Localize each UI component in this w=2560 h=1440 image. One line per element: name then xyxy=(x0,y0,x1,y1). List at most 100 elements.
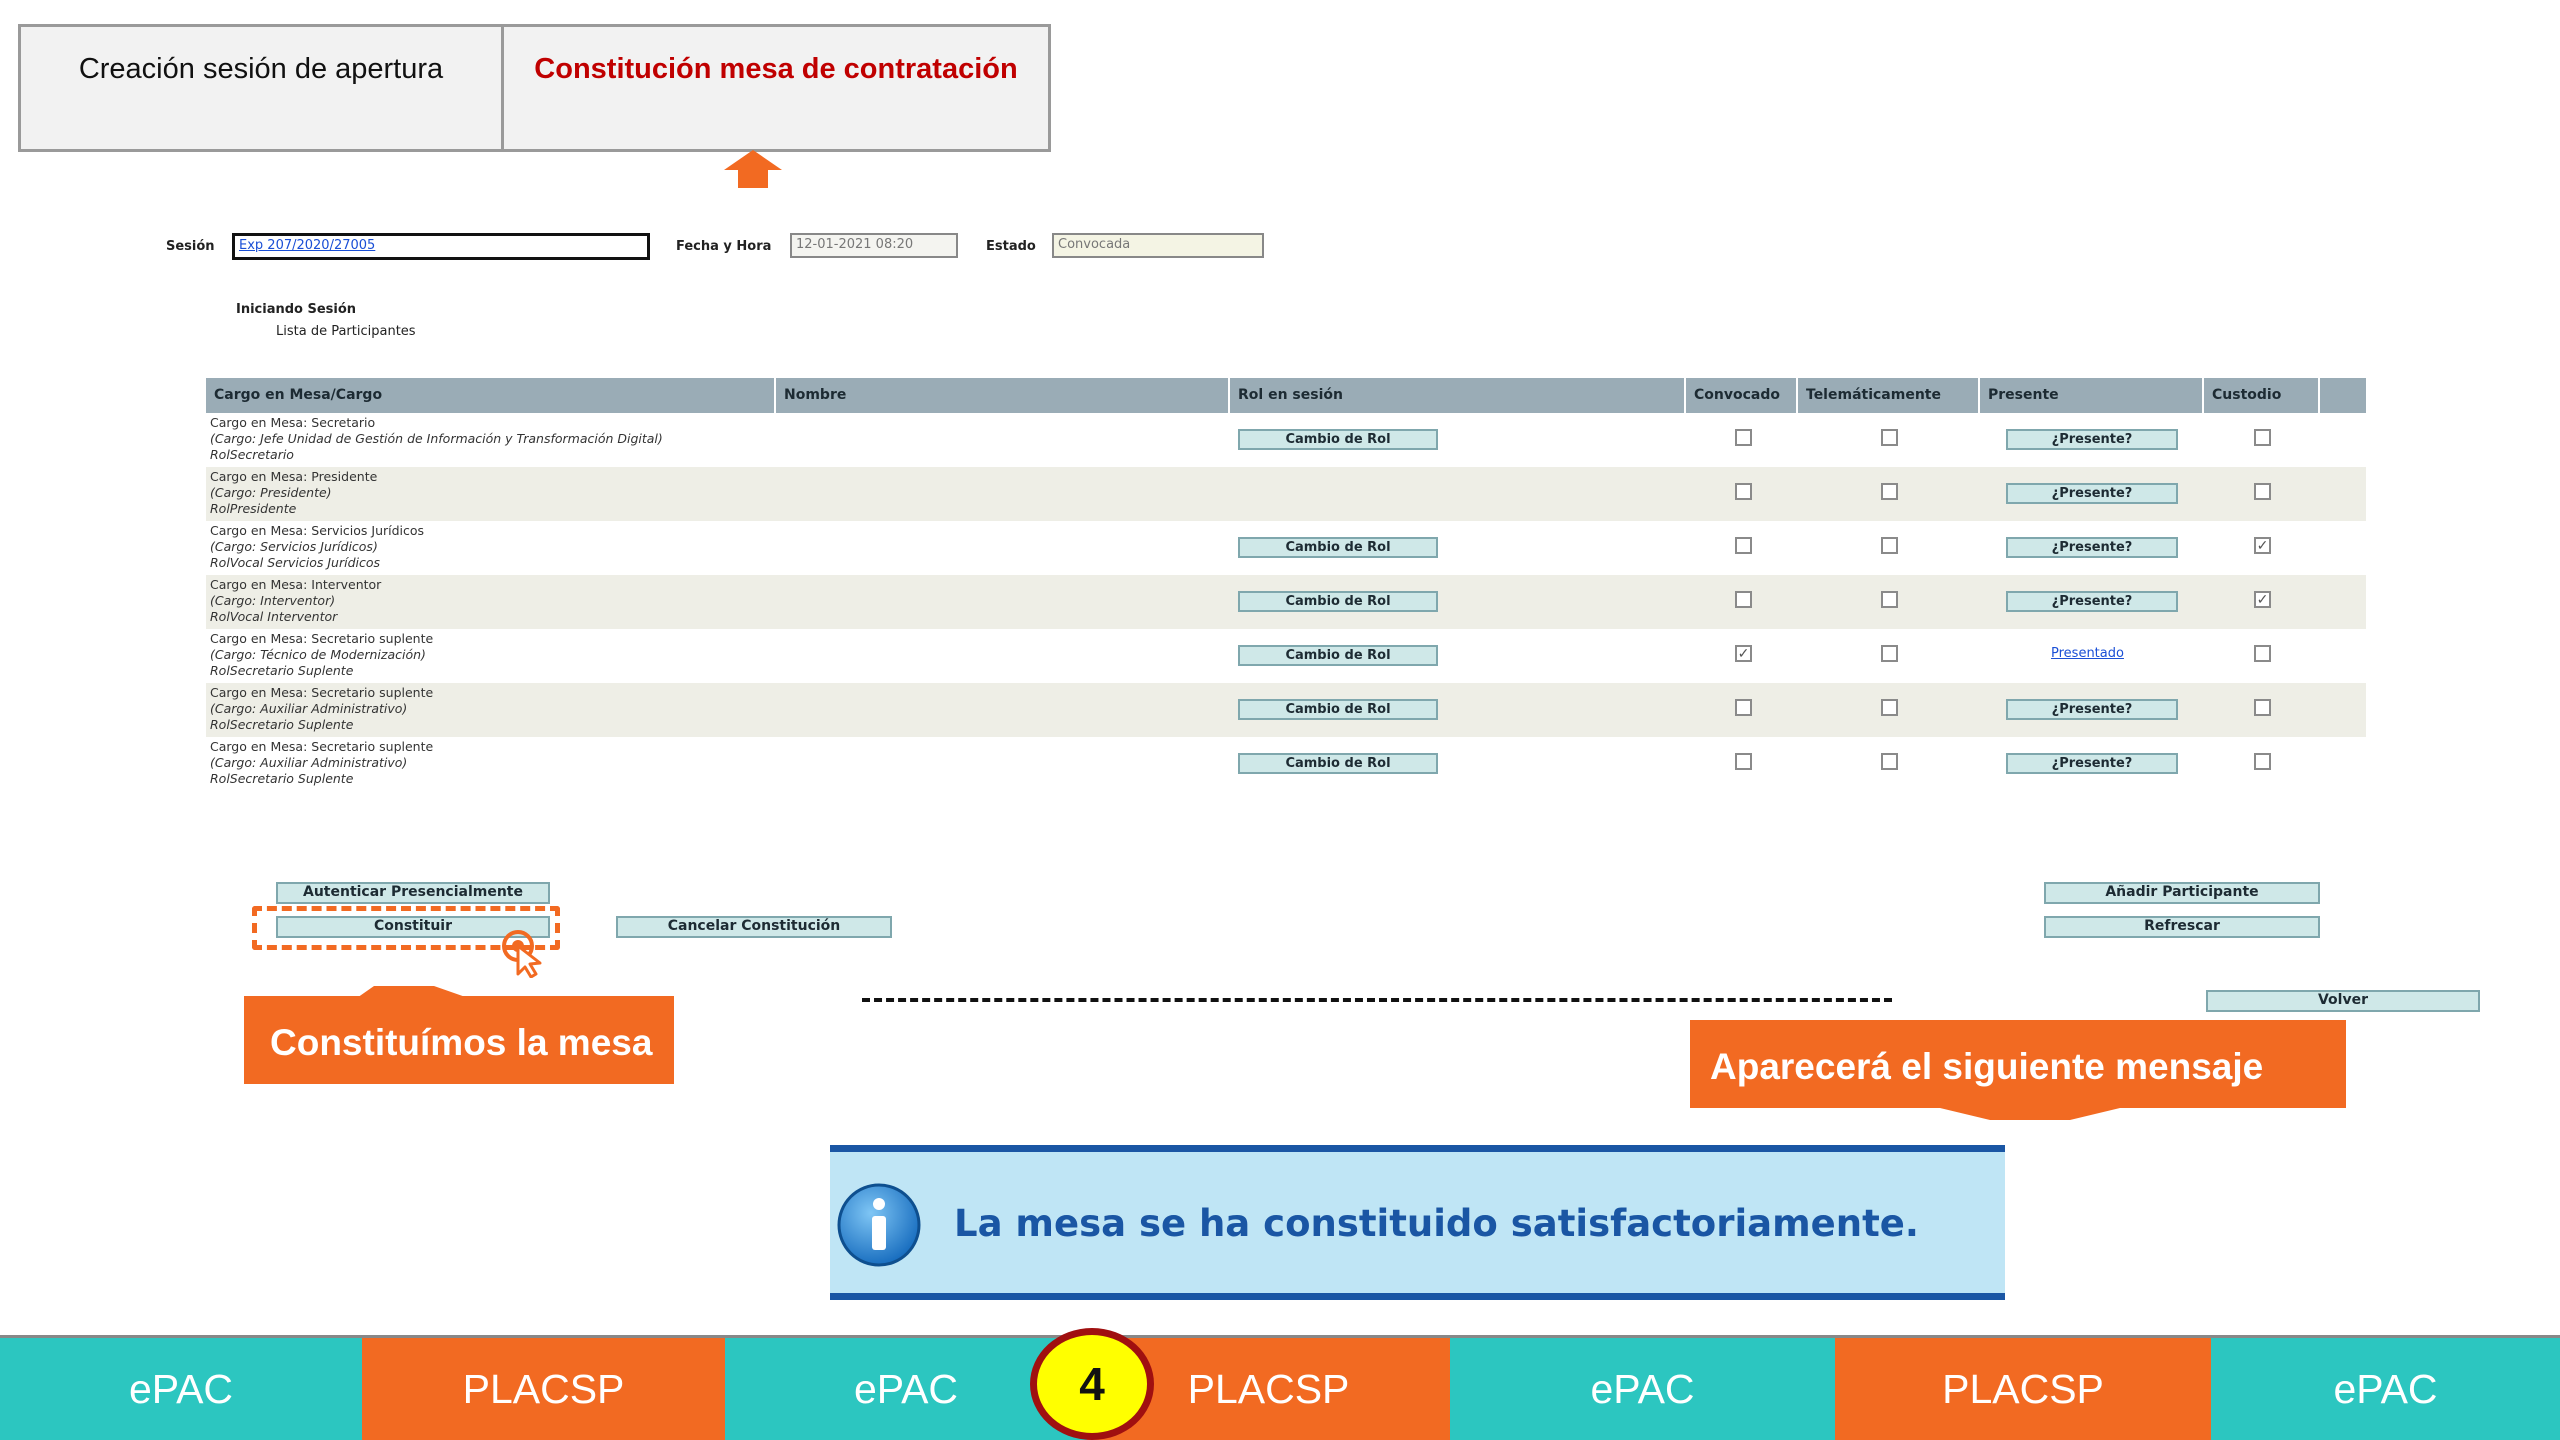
cambio-rol-button[interactable]: Cambio de Rol xyxy=(1238,537,1438,558)
status-field: Convocada xyxy=(1052,233,1264,258)
cambio-rol-button[interactable]: Cambio de Rol xyxy=(1238,591,1438,612)
cargo-rol: RolSecretario Suplente xyxy=(210,717,354,732)
cambio-rol-button[interactable]: Cambio de Rol xyxy=(1238,429,1438,450)
table-body: Cargo en Mesa: Secretario (Cargo: Jefe Un… xyxy=(206,413,2366,791)
anadir-participante-button[interactable]: Añadir Participante xyxy=(2044,882,2320,904)
cell-telematicamente xyxy=(1798,629,1980,683)
presente-button[interactable]: ¿Presente? xyxy=(2006,753,2178,774)
telematicamente-checkbox[interactable] xyxy=(1881,753,1898,770)
cargo-rol: RolVocal Servicios Jurídicos xyxy=(210,555,381,570)
convocado-checkbox[interactable] xyxy=(1735,591,1752,608)
cell-presente: Presentado xyxy=(1980,629,2204,683)
band-label: ePAC xyxy=(853,1365,959,1412)
arrow-up-icon xyxy=(724,150,782,188)
volver-button[interactable]: Volver xyxy=(2206,990,2480,1012)
session-link[interactable]: Exp 207/2020/27005 xyxy=(239,238,375,253)
autenticar-button[interactable]: Autenticar Presencialmente xyxy=(276,882,550,904)
band-segment-placsp: PLACSP xyxy=(362,1335,725,1440)
presentado-link[interactable]: Presentado xyxy=(2051,646,2124,661)
cargo-rol: RolSecretario Suplente xyxy=(210,663,354,678)
cargo-mesa: Cargo en Mesa: Interventor xyxy=(210,577,382,592)
cell-cargo: Cargo en Mesa: Secretario (Cargo: Jefe Un… xyxy=(206,413,776,467)
presente-button[interactable]: ¿Presente? xyxy=(2006,483,2178,504)
cell-cargo: Cargo en Mesa: Interventor (Cargo: Interv… xyxy=(206,575,776,629)
telematicamente-checkbox[interactable] xyxy=(1881,483,1898,500)
session-field[interactable]: Exp 207/2020/27005 xyxy=(232,233,650,260)
date-field: 12-01-2021 08:20 xyxy=(790,233,958,258)
refrescar-button[interactable]: Refrescar xyxy=(2044,916,2320,938)
cell-rol xyxy=(1230,467,1686,521)
cell-rol: Cambio de Rol xyxy=(1230,629,1686,683)
table-row: Cargo en Mesa: Servicios Jurídicos (Cargo… xyxy=(206,521,2366,575)
custodio-checkbox[interactable] xyxy=(2254,483,2271,500)
cargo-cargo: (Cargo: Interventor) xyxy=(210,593,336,608)
cell-rol: Cambio de Rol xyxy=(1230,521,1686,575)
cell-extra xyxy=(2320,467,2366,521)
presente-button[interactable]: ¿Presente? xyxy=(2006,537,2178,558)
dashed-connector xyxy=(862,998,1892,1002)
cell-cargo: Cargo en Mesa: Secretario suplente (Cargo… xyxy=(206,629,776,683)
custodio-checkbox[interactable] xyxy=(2254,753,2271,770)
cambio-rol-button[interactable]: Cambio de Rol xyxy=(1238,699,1438,720)
cambio-rol-button[interactable]: Cambio de Rol xyxy=(1238,753,1438,774)
telematicamente-checkbox[interactable] xyxy=(1881,429,1898,446)
cancelar-constitucion-button[interactable]: Cancelar Constitución xyxy=(616,916,892,938)
tab-constitucion-mesa[interactable]: Constitución mesa de contratación xyxy=(501,24,1051,152)
convocado-checkbox[interactable] xyxy=(1735,483,1752,500)
cell-custodio xyxy=(2204,467,2320,521)
custodio-checkbox[interactable]: ✓ xyxy=(2254,591,2271,608)
cell-nombre xyxy=(776,737,1230,791)
cell-presente: ¿Presente? xyxy=(1980,737,2204,791)
header-rol: Rol en sesión xyxy=(1230,378,1686,413)
convocado-checkbox[interactable] xyxy=(1735,429,1752,446)
cell-extra xyxy=(2320,413,2366,467)
cargo-mesa: Cargo en Mesa: Secretario xyxy=(210,415,376,430)
convocado-checkbox[interactable] xyxy=(1735,753,1752,770)
custodio-checkbox[interactable] xyxy=(2254,645,2271,662)
presente-button[interactable]: ¿Presente? xyxy=(2006,699,2178,720)
cell-rol: Cambio de Rol xyxy=(1230,683,1686,737)
header-telematicamente: Telemáticamente xyxy=(1798,378,1980,413)
telematicamente-checkbox[interactable] xyxy=(1881,699,1898,716)
cell-rol: Cambio de Rol xyxy=(1230,575,1686,629)
custodio-checkbox[interactable] xyxy=(2254,429,2271,446)
success-message: La mesa se ha constituido satisfactoriam… xyxy=(830,1145,2005,1300)
presente-button[interactable]: ¿Presente? xyxy=(2006,429,2178,450)
telematicamente-checkbox[interactable] xyxy=(1881,591,1898,608)
step-badge: 4 xyxy=(1030,1328,1154,1440)
cambio-rol-button[interactable]: Cambio de Rol xyxy=(1238,645,1438,666)
band-label: ePAC xyxy=(128,1365,234,1412)
cargo-rol: RolSecretario xyxy=(210,447,294,462)
table-row: Cargo en Mesa: Secretario suplente (Cargo… xyxy=(206,737,2366,791)
cell-nombre xyxy=(776,683,1230,737)
cargo-cargo: (Cargo: Jefe Unidad de Gestión de Inform… xyxy=(210,431,663,446)
tab-creacion-sesion[interactable]: Creación sesión de apertura xyxy=(18,24,504,152)
band-segment-placsp: PLACSP xyxy=(1835,1335,2211,1440)
callout-aparecera: Aparecerá el siguiente mensaje xyxy=(1690,1020,2346,1108)
section-title: Iniciando Sesión xyxy=(236,302,357,317)
cell-convocado xyxy=(1686,413,1798,467)
callout-constituimos: Constituímos la mesa xyxy=(244,996,674,1084)
cell-convocado xyxy=(1686,467,1798,521)
presente-button[interactable]: ¿Presente? xyxy=(2006,591,2178,612)
info-icon xyxy=(837,1183,921,1267)
cell-presente: ¿Presente? xyxy=(1980,521,2204,575)
custodio-checkbox[interactable] xyxy=(2254,699,2271,716)
table-header: Cargo en Mesa/Cargo Nombre Rol en sesión… xyxy=(206,378,2366,413)
cell-nombre xyxy=(776,413,1230,467)
telematicamente-checkbox[interactable] xyxy=(1881,645,1898,662)
cargo-cargo: (Cargo: Presidente) xyxy=(210,485,332,500)
telematicamente-checkbox[interactable] xyxy=(1881,537,1898,554)
convocado-checkbox[interactable] xyxy=(1735,537,1752,554)
cargo-cargo: (Cargo: Auxiliar Administrativo) xyxy=(210,755,408,770)
cell-custodio xyxy=(2204,683,2320,737)
convocado-checkbox[interactable]: ✓ xyxy=(1735,645,1752,662)
custodio-checkbox[interactable]: ✓ xyxy=(2254,537,2271,554)
header-convocado: Convocado xyxy=(1686,378,1798,413)
callout-text: Constituímos la mesa xyxy=(270,1022,653,1063)
band-label: ePAC xyxy=(1590,1365,1695,1412)
cell-presente: ¿Presente? xyxy=(1980,413,2204,467)
convocado-checkbox[interactable] xyxy=(1735,699,1752,716)
cell-telematicamente xyxy=(1798,467,1980,521)
message-text: La mesa se ha constituido satisfactoriam… xyxy=(954,1202,1919,1245)
